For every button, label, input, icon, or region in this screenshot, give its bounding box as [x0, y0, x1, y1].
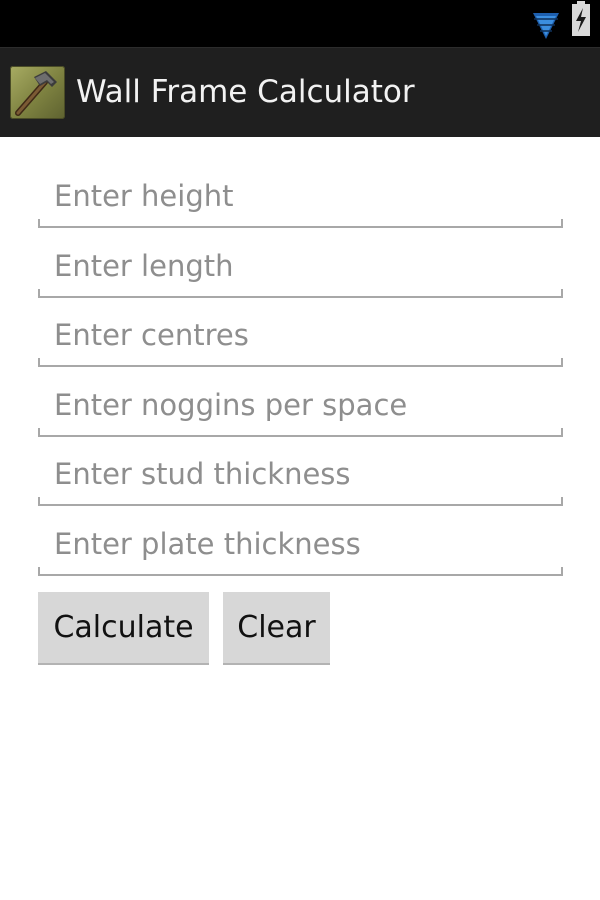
centres-field[interactable]	[38, 307, 563, 367]
calculate-button[interactable]: Calculate	[38, 592, 209, 665]
stud-thickness-field[interactable]	[38, 446, 563, 506]
clear-button[interactable]: Clear	[223, 592, 330, 665]
height-underline	[38, 219, 563, 228]
plate-thickness-field[interactable]	[38, 516, 563, 576]
length-underline	[38, 289, 563, 298]
noggins-underline	[38, 428, 563, 437]
stud-thickness-underline	[38, 497, 563, 506]
status-bar	[0, 0, 600, 47]
plate-thickness-input[interactable]	[38, 516, 563, 572]
action-bar: Wall Frame Calculator	[0, 47, 600, 137]
length-input[interactable]	[38, 238, 563, 294]
battery-charging-icon	[569, 0, 593, 38]
centres-input[interactable]	[38, 307, 563, 363]
hammer-icon[interactable]	[10, 66, 65, 119]
plate-thickness-underline	[38, 567, 563, 576]
length-field[interactable]	[38, 238, 563, 298]
app-title: Wall Frame Calculator	[76, 74, 415, 110]
height-field[interactable]	[38, 168, 563, 228]
stud-thickness-input[interactable]	[38, 446, 563, 502]
centres-underline	[38, 358, 563, 367]
noggins-input[interactable]	[38, 377, 563, 433]
height-input[interactable]	[38, 168, 563, 224]
wifi-icon	[532, 10, 560, 40]
noggins-field[interactable]	[38, 377, 563, 437]
